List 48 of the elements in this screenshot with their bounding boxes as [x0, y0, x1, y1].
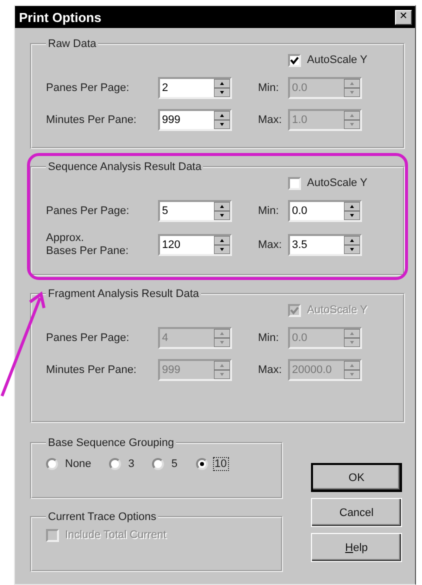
field-label: Min:: [258, 204, 280, 218]
spinner-icon[interactable]: [214, 202, 230, 220]
close-button[interactable]: ✕: [395, 10, 412, 24]
field-label: Min:: [258, 82, 280, 94]
spinner-icon[interactable]: [214, 111, 230, 129]
field-label: Approx. Bases Per Pane:: [46, 232, 130, 258]
checkbox-label: Include Total Current: [65, 529, 166, 542]
group-title: Sequence Analysis Result Data: [47, 161, 202, 173]
radio-label: 3: [127, 457, 136, 471]
field-label: Minutes Per Pane:: [46, 364, 138, 376]
checkbox[interactable]: [288, 54, 301, 67]
spin-field[interactable]: 3.5: [288, 234, 362, 256]
checkbox-label: AutoScale Y: [307, 54, 368, 67]
dialog-button[interactable]: Help: [311, 533, 402, 562]
spin-field[interactable]: 999: [158, 109, 232, 131]
radio-button[interactable]: [46, 458, 58, 470]
field-label: Max:: [258, 114, 283, 126]
spinner-icon[interactable]: [214, 236, 230, 254]
spin-field[interactable]: 0.0: [288, 200, 362, 222]
checkbox-label: AutoScale Y: [307, 304, 368, 317]
group-title: Base Sequence Grouping: [47, 437, 175, 449]
field-label: Max:: [258, 364, 283, 376]
dialog-button[interactable]: Cancel: [311, 498, 402, 527]
radio-button[interactable]: [196, 458, 208, 470]
radio-label: None: [64, 457, 92, 471]
field-label: Min:: [258, 332, 280, 344]
group-title: Raw Data: [47, 38, 98, 50]
spinner-icon[interactable]: [214, 79, 230, 97]
radio-button[interactable]: [152, 458, 164, 470]
field-label: Panes Per Page:: [46, 332, 130, 344]
field-label: Panes Per Page:: [46, 82, 130, 94]
spin-field[interactable]: 120: [158, 234, 232, 256]
field-label: Panes Per Page:: [46, 204, 130, 218]
checkbox-label: AutoScale Y: [307, 177, 368, 190]
spinner-icon[interactable]: [344, 202, 360, 220]
group-title: Fragment Analysis Result Data: [47, 288, 200, 300]
radio-label: 5: [170, 457, 179, 471]
dialog-button[interactable]: OK: [311, 463, 402, 492]
checkbox[interactable]: [288, 177, 301, 190]
radio-label: 10: [212, 457, 229, 471]
group-title: Current Trace Options: [47, 511, 158, 523]
spin-field[interactable]: 2: [158, 77, 232, 99]
spinner-icon[interactable]: [344, 236, 360, 254]
radio-button[interactable]: [109, 458, 122, 470]
field-label: Max:: [258, 238, 283, 252]
spin-field[interactable]: 5: [158, 200, 232, 222]
window-title: Print Options: [19, 10, 102, 24]
field-label: Minutes Per Pane:: [46, 114, 138, 126]
